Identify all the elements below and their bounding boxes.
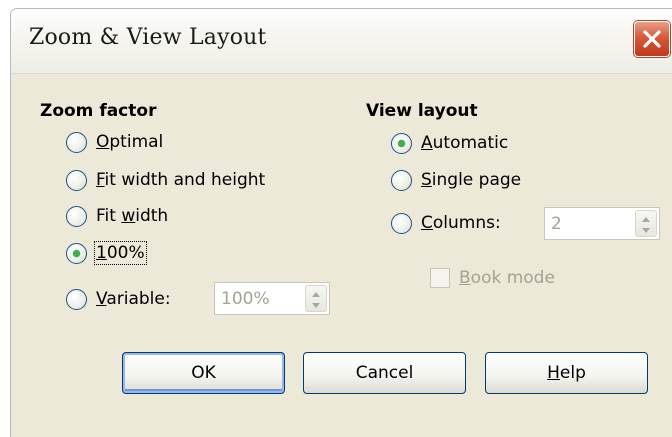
zoom-variable-radio[interactable] [66, 288, 87, 310]
zoom-fit-width-label: Fit width [96, 206, 169, 226]
dialog-title: Zoom & View Layout [29, 25, 267, 50]
zoom-variable-label: Variable: [96, 289, 171, 309]
zoom-fit-width-height-radio[interactable] [66, 169, 87, 191]
view-automatic-radio[interactable] [391, 132, 412, 154]
zoom-optimal-radio[interactable] [66, 131, 87, 153]
zoom-variable-spin-buttons[interactable] [305, 285, 327, 312]
view-columns-spin-buttons[interactable] [635, 210, 657, 237]
zoom-100-label: 100% [94, 241, 147, 265]
help-button-label: Help [547, 363, 586, 383]
zoom-fit-width-radio[interactable] [66, 205, 87, 227]
help-button[interactable]: Help [485, 352, 648, 394]
zoom-factor-heading: Zoom factor [40, 101, 157, 121]
book-mode-label: Book mode [459, 268, 555, 288]
title-bar[interactable]: Zoom & View Layout [11, 9, 672, 74]
view-columns-label: Columns: [421, 213, 501, 233]
spin-up-icon[interactable] [641, 215, 651, 223]
view-columns-spinbox[interactable]: 2 [544, 207, 660, 240]
zoom-optimal-option[interactable]: Optimal [66, 130, 163, 154]
zoom-variable-spinbox[interactable]: 100% [214, 282, 330, 315]
zoom-view-layout-dialog: Zoom & View Layout Zoom factor Optimal F… [10, 8, 672, 437]
zoom-100-radio[interactable] [66, 242, 87, 264]
view-columns-value: 2 [551, 214, 562, 234]
close-icon [643, 30, 661, 48]
zoom-fit-width-height-option[interactable]: Fit width and height [66, 168, 265, 192]
view-single-page-radio[interactable] [391, 169, 412, 191]
zoom-optimal-label: Optimal [96, 132, 164, 152]
zoom-100-option[interactable]: 100% [66, 241, 147, 265]
view-automatic-label: Automatic [421, 133, 509, 153]
view-single-page-option[interactable]: Single page [391, 168, 521, 192]
spin-down-icon[interactable] [641, 227, 651, 235]
spin-down-icon[interactable] [311, 302, 321, 310]
zoom-variable-value: 100% [221, 289, 270, 309]
zoom-variable-option[interactable]: Variable: [66, 287, 171, 311]
spin-up-icon[interactable] [311, 290, 321, 298]
ok-button[interactable]: OK [122, 352, 285, 394]
book-mode-checkbox[interactable] [430, 268, 450, 288]
cancel-button[interactable]: Cancel [303, 352, 466, 394]
zoom-fit-width-option[interactable]: Fit width [66, 204, 168, 228]
view-layout-heading: View layout [366, 101, 478, 121]
book-mode-option[interactable]: Book mode [430, 266, 555, 290]
dialog-content: Zoom factor Optimal Fit width and height… [11, 74, 672, 437]
view-single-page-label: Single page [421, 170, 522, 190]
zoom-fit-width-height-label: Fit width and height [96, 170, 266, 190]
view-columns-radio[interactable] [391, 212, 412, 234]
view-columns-option[interactable]: Columns: [391, 211, 501, 235]
view-automatic-option[interactable]: Automatic [391, 131, 508, 155]
close-button[interactable] [634, 21, 670, 57]
